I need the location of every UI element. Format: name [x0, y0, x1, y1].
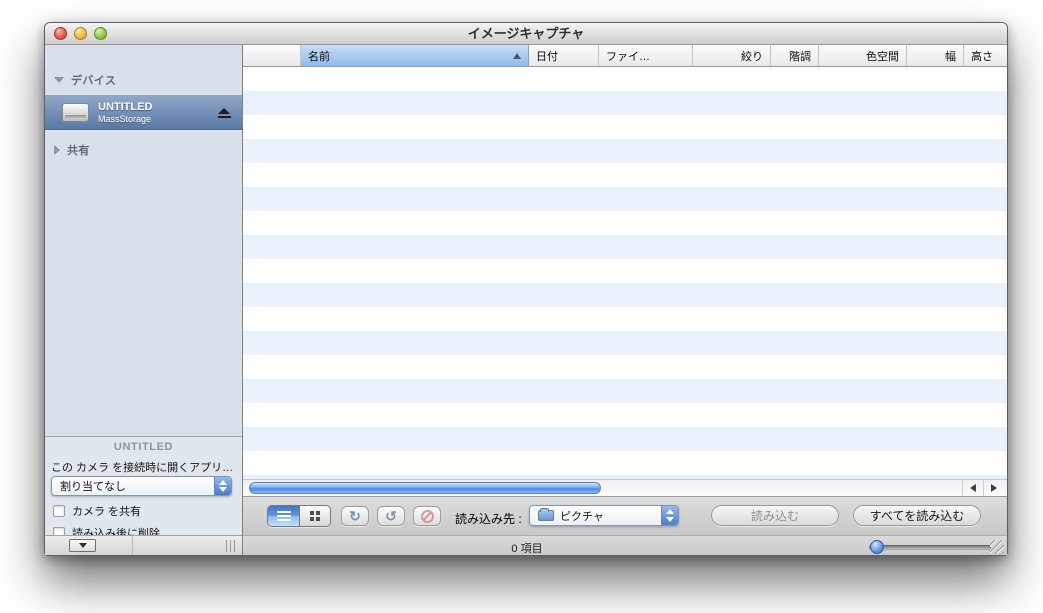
main-area: 名前 日付 ファイ… 絞り 階調 色空間 幅 高さ ↻ ↺ 読み込み先 : ピクチャ…: [243, 45, 1007, 555]
column-header-thumbnail[interactable]: [243, 45, 301, 66]
destination-label: 読み込み先 :: [455, 512, 522, 526]
rotate-clockwise-icon: ↻: [349, 508, 361, 524]
desktop: イメージキャプチャ デバイス UNTITLED MassStorage 共有 U…: [0, 0, 1043, 613]
app-popup-button[interactable]: 割り当てなし: [51, 476, 232, 496]
sidebar-bottom-bar: [45, 535, 242, 555]
file-list: [243, 67, 1007, 479]
hard-drive-icon: [62, 103, 89, 122]
slider-knob[interactable]: [870, 540, 884, 554]
column-header-label: 幅: [945, 50, 956, 63]
triangle-down-icon: [78, 543, 87, 548]
share-camera-checkbox[interactable]: カメラ を共有: [53, 503, 141, 519]
eject-icon[interactable]: [218, 107, 231, 118]
scroll-left-button[interactable]: [963, 480, 983, 496]
slider-track[interactable]: [869, 545, 991, 550]
device-settings-panel: UNTITLED この カメラ を接続時に開くアプリ… 割り当てなし カメラ を…: [45, 436, 242, 540]
rotate-clockwise-button[interactable]: ↻: [341, 506, 369, 526]
rotate-counterclockwise-button[interactable]: ↺: [377, 506, 405, 526]
sidebar-group-shared[interactable]: 共有: [54, 142, 90, 158]
cancel-button[interactable]: [413, 506, 441, 526]
disclosure-right-icon[interactable]: [54, 145, 60, 155]
rotate-counterclockwise-icon: ↺: [385, 508, 397, 524]
window-resize-grip[interactable]: [990, 540, 1004, 554]
panel-title: UNTITLED: [113, 441, 174, 453]
items-count: 0 項目: [511, 543, 543, 555]
sidebar: デバイス UNTITLED MassStorage 共有 UNTITLED この…: [45, 45, 243, 555]
devices-group-label: デバイス: [71, 75, 117, 87]
column-header-label: 名前: [308, 50, 330, 63]
thumbnail-size-slider[interactable]: [869, 536, 991, 555]
disclosure-down-icon[interactable]: [54, 77, 64, 83]
toolbar: ↻ ↺ 読み込み先 : ピクチャ 読み込む すべてを読み込む: [243, 497, 1007, 535]
horizontal-scrollbar[interactable]: [243, 479, 1007, 497]
scrollbar-thumb[interactable]: [249, 482, 601, 494]
column-header-height[interactable]: 高さ: [964, 45, 1007, 66]
scroll-right-button[interactable]: [983, 480, 1004, 496]
destination-popup-button[interactable]: ピクチャ: [529, 505, 679, 526]
column-header-label: ファイ…: [606, 50, 650, 63]
column-header-aperture[interactable]: 絞り: [693, 45, 771, 66]
column-header-label: 色空間: [866, 50, 899, 63]
column-header-label: 絞り: [741, 50, 763, 63]
column-header-date[interactable]: 日付: [529, 45, 599, 66]
device-name: UNTITLED: [98, 100, 153, 113]
sidebar-bottom-left-cell: [45, 536, 133, 555]
column-header-file[interactable]: ファイ…: [599, 45, 693, 66]
column-header-label: 高さ: [971, 50, 993, 63]
app-popup-value: 割り当てなし: [60, 481, 126, 493]
column-header-width[interactable]: 幅: [907, 45, 964, 66]
scroll-left-icon: [970, 484, 977, 492]
grid-view-button[interactable]: [300, 506, 330, 526]
view-mode-segmented-control: [267, 505, 331, 527]
list-view-icon: [276, 511, 291, 521]
sidebar-group-devices[interactable]: デバイス: [54, 72, 116, 88]
sort-ascending-icon: [513, 53, 521, 59]
destination-value: ピクチャ: [560, 510, 604, 523]
device-labels: UNTITLED MassStorage: [98, 101, 152, 125]
popup-stepper-icon: [661, 506, 678, 525]
scrollbar-arrows: [962, 480, 1004, 496]
sidebar-resize-grip[interactable]: [226, 540, 237, 552]
column-header-name[interactable]: 名前: [301, 45, 529, 66]
scroll-right-icon: [991, 484, 998, 492]
list-view-button[interactable]: [268, 506, 300, 526]
column-header-label: 日付: [536, 50, 558, 63]
import-all-button[interactable]: すべてを読み込む: [853, 505, 981, 526]
window-title: イメージキャプチャ: [467, 26, 585, 41]
status-bar: 0 項目: [243, 535, 1007, 555]
column-header-depth[interactable]: 階調: [771, 45, 819, 66]
device-subtitle: MassStorage: [98, 113, 152, 124]
sidebar-item-untitled-device[interactable]: UNTITLED MassStorage: [45, 95, 242, 130]
column-header-label: 階調: [789, 50, 811, 63]
open-with-label: この カメラ を接続時に開くアプリ…: [51, 462, 234, 474]
shared-group-label: 共有: [67, 145, 90, 157]
share-camera-label: カメラ を共有: [72, 506, 142, 518]
panel-toggle-button[interactable]: [69, 539, 96, 552]
checkbox-icon[interactable]: [53, 505, 65, 517]
import-button[interactable]: 読み込む: [711, 505, 839, 526]
image-capture-window: イメージキャプチャ デバイス UNTITLED MassStorage 共有 U…: [44, 22, 1008, 556]
popup-stepper-icon: [214, 477, 231, 495]
folder-icon: [538, 508, 554, 521]
window-titlebar[interactable]: イメージキャプチャ: [45, 23, 1007, 45]
column-header-colorspace[interactable]: 色空間: [819, 45, 907, 66]
grid-view-icon: [310, 511, 320, 521]
cancel-icon: [420, 509, 434, 523]
table-header: 名前 日付 ファイ… 絞り 階調 色空間 幅 高さ: [243, 45, 1007, 67]
